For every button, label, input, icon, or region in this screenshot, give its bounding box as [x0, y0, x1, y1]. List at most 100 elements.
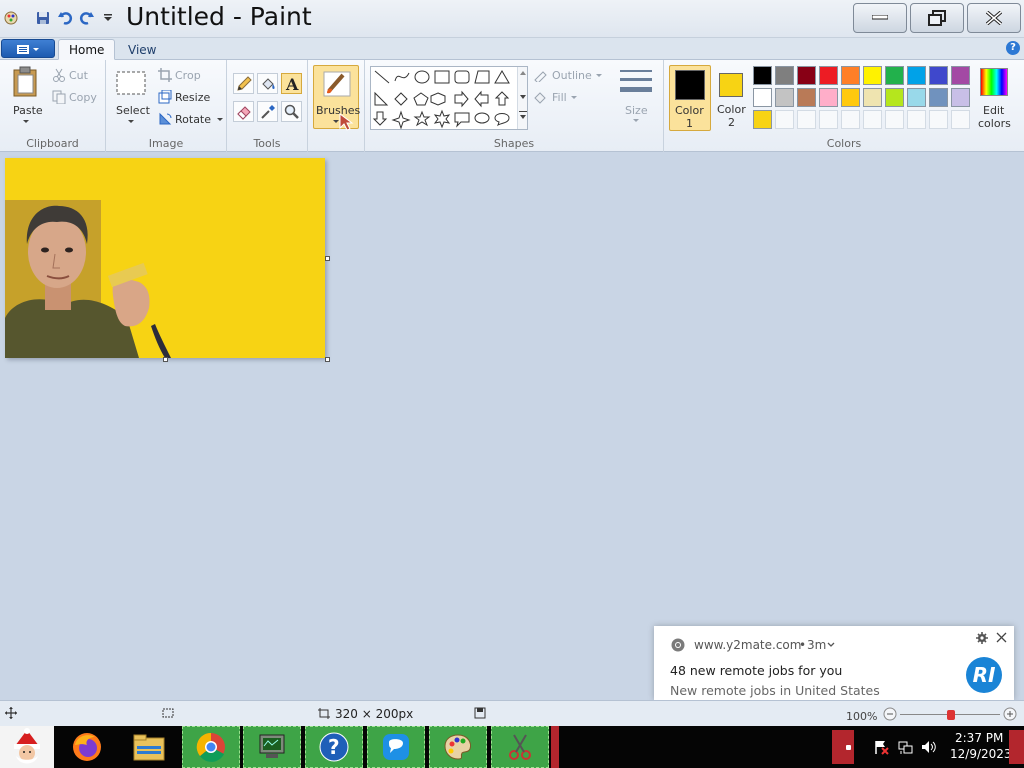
scissors-icon: [53, 68, 65, 82]
taskbar-snipping-tool[interactable]: [491, 726, 549, 768]
palette-swatch[interactable]: [951, 88, 970, 107]
palette-swatch[interactable]: [863, 88, 882, 107]
fill-button[interactable]: Fill: [533, 90, 605, 106]
shapes-scrollbar[interactable]: [517, 67, 527, 129]
canvas-area[interactable]: [0, 153, 1024, 700]
start-button[interactable]: [0, 726, 54, 768]
shapes-gallery[interactable]: [370, 66, 528, 130]
action-center-flag-icon[interactable]: [873, 739, 889, 755]
palette-swatch[interactable]: [753, 110, 772, 129]
undo-icon[interactable]: [56, 9, 74, 27]
taskbar-help[interactable]: ?: [305, 726, 363, 768]
pencil-tool[interactable]: [233, 73, 254, 94]
tab-home[interactable]: Home: [58, 39, 116, 60]
taskbar: ? 2:37 PM 12/9/2023: [0, 726, 1024, 768]
resize-label: Resize: [175, 91, 211, 104]
palette-swatch[interactable]: [819, 88, 838, 107]
edit-colors-label-2: colors: [978, 117, 1011, 130]
palette-custom-slot[interactable]: [775, 110, 794, 129]
palette-custom-slot[interactable]: [929, 110, 948, 129]
palette-swatch[interactable]: [797, 66, 816, 85]
palette-swatch[interactable]: [907, 88, 926, 107]
cut-label: Cut: [69, 69, 88, 82]
select-button[interactable]: Select: [115, 70, 150, 128]
copy-button[interactable]: Copy: [52, 90, 102, 106]
notification-toast[interactable]: www.y2mate.com • 3m 48 new remote jobs f…: [654, 626, 1014, 700]
clock-date[interactable]: 12/9/2023: [950, 747, 1012, 761]
taskbar-chrome[interactable]: [182, 726, 240, 768]
palette-swatch[interactable]: [885, 88, 904, 107]
tray-show-hidden[interactable]: [832, 730, 854, 764]
palette-custom-slot[interactable]: [841, 110, 860, 129]
volume-icon[interactable]: [921, 739, 937, 755]
palette-swatch[interactable]: [753, 88, 772, 107]
help-icon[interactable]: ?: [1006, 41, 1020, 55]
tab-view[interactable]: View: [117, 39, 167, 60]
text-tool[interactable]: A: [281, 73, 302, 94]
color1-button[interactable]: Color 1: [669, 65, 711, 131]
resize-handle-right[interactable]: [325, 256, 330, 261]
resize-button[interactable]: Resize: [158, 89, 220, 106]
palette-custom-slot[interactable]: [819, 110, 838, 129]
close-icon[interactable]: [996, 632, 1007, 643]
magnifier-tool[interactable]: [281, 101, 302, 122]
paste-button[interactable]: Paste: [11, 66, 43, 123]
palette-swatch[interactable]: [929, 66, 948, 85]
cut-button[interactable]: Cut: [52, 68, 102, 84]
size-button[interactable]: Size: [613, 66, 659, 130]
eraser-tool[interactable]: [233, 101, 254, 122]
palette-custom-slot[interactable]: [797, 110, 816, 129]
chevron-down-icon[interactable]: [827, 642, 835, 648]
color-picker-tool[interactable]: [257, 101, 278, 122]
crop-button[interactable]: Crop: [158, 68, 220, 84]
taskbar-paint[interactable]: [429, 726, 487, 768]
edit-colors-button[interactable]: Edit colors: [976, 66, 1022, 130]
palette-swatch[interactable]: [841, 66, 860, 85]
fill-tool[interactable]: [257, 73, 278, 94]
palette-custom-slot[interactable]: [907, 110, 926, 129]
rotate-button[interactable]: Rotate: [158, 112, 224, 128]
drawing-canvas[interactable]: [5, 158, 325, 358]
palette-swatch[interactable]: [775, 88, 794, 107]
minimize-button[interactable]: [853, 3, 907, 33]
gear-icon[interactable]: [976, 632, 988, 644]
window-title: Untitled - Paint: [126, 2, 312, 31]
taskbar-file-explorer[interactable]: [120, 726, 178, 768]
palette-custom-slot[interactable]: [951, 110, 970, 129]
close-button[interactable]: [967, 3, 1021, 33]
palette-swatch[interactable]: [797, 88, 816, 107]
restore-button[interactable]: [910, 3, 964, 33]
zoom-in-icon[interactable]: [1003, 707, 1017, 721]
palette-swatch[interactable]: [863, 66, 882, 85]
palette-swatch[interactable]: [753, 66, 772, 85]
zoom-slider-thumb[interactable]: [947, 710, 955, 720]
redo-icon[interactable]: [78, 9, 96, 27]
paint-app-icon[interactable]: [2, 9, 20, 27]
customize-quick-access-icon[interactable]: [99, 9, 117, 27]
resize-handle-bottom[interactable]: [163, 357, 168, 362]
palette-swatch[interactable]: [885, 66, 904, 85]
outline-button[interactable]: Outline: [533, 68, 605, 84]
palette-custom-slot[interactable]: [885, 110, 904, 129]
network-icon[interactable]: [897, 739, 913, 755]
palette-swatch[interactable]: [907, 66, 926, 85]
show-desktop-button[interactable]: [1009, 730, 1024, 764]
crop-label: Crop: [175, 69, 201, 82]
color2-button[interactable]: Color 2: [712, 65, 750, 131]
palette-swatch[interactable]: [819, 66, 838, 85]
save-icon[interactable]: [34, 9, 52, 27]
palette-swatch[interactable]: [951, 66, 970, 85]
palette-swatch[interactable]: [929, 88, 948, 107]
taskbar-firefox[interactable]: [58, 726, 116, 768]
rainbow-icon: [980, 68, 1008, 96]
zoom-out-icon[interactable]: [883, 707, 897, 721]
palette-custom-slot[interactable]: [863, 110, 882, 129]
palette-swatch[interactable]: [775, 66, 794, 85]
taskbar-messenger[interactable]: [367, 726, 425, 768]
resize-handle-corner[interactable]: [325, 357, 330, 362]
paint-menu-button[interactable]: [1, 39, 55, 58]
svg-text:A: A: [285, 76, 299, 92]
palette-swatch[interactable]: [841, 88, 860, 107]
taskbar-monitor-app[interactable]: [243, 726, 301, 768]
clock-time[interactable]: 2:37 PM: [955, 731, 1003, 745]
